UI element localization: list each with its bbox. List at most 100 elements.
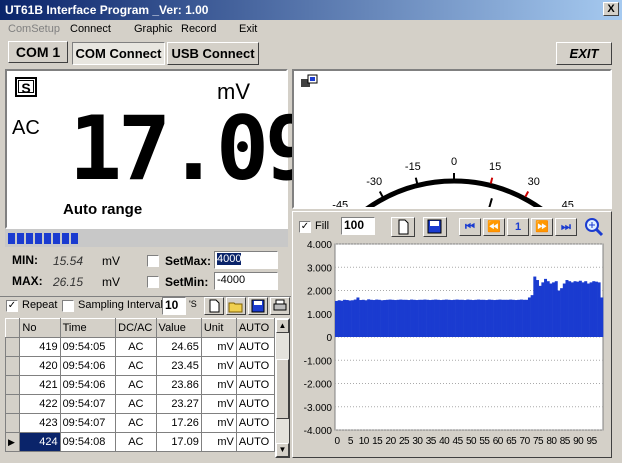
bar	[351, 300, 355, 337]
sampling-input[interactable]: 10	[162, 297, 186, 315]
table-cell: AUTO	[235, 413, 276, 433]
row-indicator: ▶	[5, 432, 21, 452]
setmax-checkbox[interactable]	[147, 255, 159, 267]
sampling-checkbox[interactable]	[62, 300, 74, 312]
header-dcac[interactable]: DC/AC	[115, 318, 157, 338]
setmax-input[interactable]: 4000	[214, 251, 278, 269]
open-folder-icon	[228, 302, 243, 313]
fill-checkbox[interactable]: ✓	[299, 221, 311, 233]
x-tick-label: 75	[533, 436, 544, 447]
graph-new-button[interactable]	[391, 217, 415, 237]
close-button[interactable]: X	[603, 2, 619, 16]
gauge-tick-label: -30	[366, 176, 382, 188]
bar-segment	[8, 233, 15, 244]
bar	[479, 299, 483, 337]
table-cell: mV	[200, 432, 237, 452]
table-cell: mV	[200, 413, 237, 433]
header-auto[interactable]: AUTO	[235, 318, 276, 338]
graph-panel: ✓ Fill 100 ⏮ ⏪ 1 ⏩ ⏭ 4.000 3.000 2.000 1.00…	[292, 211, 612, 458]
points-input[interactable]: 100	[341, 217, 375, 235]
bar	[506, 299, 510, 337]
com-connect-button[interactable]: COM Connect	[72, 42, 165, 65]
y-tick-label: 2.000	[307, 287, 332, 298]
min-value: 15.54	[53, 254, 84, 268]
table-row[interactable]: ▶ 424 09:54:08 AC 17.09 mV AUTO	[5, 432, 276, 452]
header-value[interactable]: Value	[155, 318, 202, 338]
x-tick-label: 0	[334, 436, 340, 447]
bar	[343, 299, 347, 337]
table-scrollbar[interactable]: ▲ ▼	[275, 318, 290, 458]
gauge-needle	[488, 198, 493, 207]
y-tick-label: 4.000	[307, 240, 332, 251]
bar	[498, 299, 502, 337]
menu-connect[interactable]: Connect	[70, 20, 111, 38]
next-page-button[interactable]: ⏩	[531, 218, 553, 236]
usb-connect-button[interactable]: USB Connect	[167, 42, 259, 65]
table-row[interactable]: 420 09:54:06 AC 23.45 mV AUTO	[5, 356, 276, 376]
setmin-input[interactable]: -4000	[214, 272, 278, 290]
table-cell: AC	[115, 413, 157, 433]
bar-segment	[53, 233, 60, 244]
open-file-button[interactable]	[226, 297, 246, 315]
bar	[423, 299, 427, 337]
bar	[410, 299, 414, 337]
table-row[interactable]: 421 09:54:06 AC 23.86 mV AUTO	[5, 375, 276, 395]
header-time[interactable]: Time	[59, 318, 117, 338]
setmin-checkbox[interactable]	[147, 276, 159, 288]
bar	[469, 299, 472, 337]
bar	[538, 285, 542, 337]
y-tick-label: 0	[326, 333, 332, 344]
bar	[466, 299, 470, 337]
first-page-button[interactable]: ⏮	[459, 218, 481, 236]
gauge-tick	[414, 177, 419, 184]
bar-segment	[62, 233, 69, 244]
bar	[560, 288, 564, 337]
s-icon: S	[15, 77, 37, 97]
bar-segment	[71, 233, 78, 244]
bar	[337, 300, 341, 337]
scroll-thumb	[276, 359, 289, 419]
last-page-button[interactable]: ⏭	[555, 218, 577, 236]
window-title: UT61B Interface Program _Ver: 1.00	[5, 3, 209, 17]
bar	[578, 280, 582, 337]
setmin-label: SetMin:	[165, 275, 209, 289]
save-file-button[interactable]	[248, 297, 268, 315]
menu-exit[interactable]: Exit	[239, 20, 257, 38]
x-tick-label: 40	[439, 436, 450, 447]
menu-record[interactable]: Record	[181, 20, 216, 38]
new-file-button[interactable]	[204, 297, 224, 315]
bar	[367, 299, 371, 337]
meter-display: S mV AC 17.09 Auto range	[5, 69, 318, 229]
bar	[509, 299, 513, 337]
menu-graphic[interactable]: Graphic	[134, 20, 173, 38]
header-unit[interactable]: Unit	[200, 318, 237, 338]
table-row[interactable]: 419 09:54:05 AC 24.65 mV AUTO	[5, 337, 276, 357]
exit-button[interactable]: EXIT	[556, 42, 612, 65]
bar	[557, 290, 561, 337]
table-cell: mV	[200, 394, 237, 414]
print-button[interactable]	[270, 297, 290, 315]
bar	[345, 300, 349, 337]
bar	[372, 300, 376, 337]
graph-save-button[interactable]	[423, 217, 447, 237]
bar	[447, 299, 451, 337]
bar	[549, 283, 553, 337]
bar	[482, 299, 486, 337]
repeat-checkbox[interactable]: ✓	[6, 300, 18, 312]
menu-comsetup[interactable]: ComSetup	[8, 20, 60, 38]
table-cell: AC	[115, 337, 157, 357]
header-no[interactable]: No	[19, 318, 61, 338]
bar	[335, 300, 338, 337]
gauge-tick-label: 0	[451, 156, 457, 168]
display-mode: AC	[12, 117, 40, 139]
bar	[471, 300, 475, 337]
prev-page-button[interactable]: ⏪	[483, 218, 505, 236]
x-tick-label: 45	[453, 436, 464, 447]
table-row[interactable]: 423 09:54:07 AC 17.26 mV AUTO	[5, 413, 276, 433]
magnifier-icon	[585, 218, 604, 237]
bar	[536, 280, 539, 337]
table-row[interactable]: 422 09:54:07 AC 23.27 mV AUTO	[5, 394, 276, 414]
x-tick-label: 65	[506, 436, 517, 447]
scroll-down-icon: ▼	[276, 443, 289, 457]
zoom-button[interactable]	[583, 216, 605, 238]
